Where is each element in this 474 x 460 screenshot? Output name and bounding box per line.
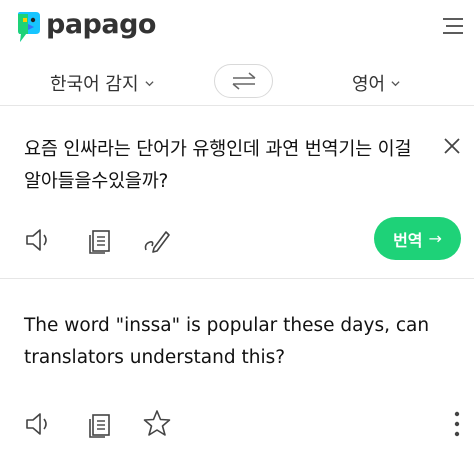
source-text-input[interactable]: 요즘 인싸라는 단어가 유행인데 과연 번역기는 이걸 알아들을수있을까? [24, 134, 424, 198]
swap-arrows-icon [232, 72, 255, 90]
chevron-down-icon [391, 80, 400, 86]
speaker-icon[interactable] [24, 410, 54, 438]
arrow-right-icon: → [428, 229, 442, 248]
panel-divider [0, 278, 474, 279]
more-vertical-icon[interactable] [452, 410, 462, 438]
source-language-dropdown[interactable]: 한국어 감지 [50, 70, 154, 96]
translation-output: The word "inssa" is popular these days, … [24, 315, 430, 368]
translate-button[interactable]: 번역 → [374, 217, 461, 260]
copy-icon[interactable] [86, 410, 116, 438]
copy-icon[interactable] [86, 226, 116, 254]
hamburger-menu-icon[interactable] [440, 14, 466, 38]
close-icon[interactable] [442, 136, 462, 156]
source-language-label: 한국어 감지 [50, 74, 139, 95]
translate-button-label: 번역 [393, 230, 423, 250]
target-language-label: 영어 [352, 74, 386, 95]
speaker-icon[interactable] [24, 226, 54, 254]
app-logo-text: papago [46, 9, 156, 40]
target-language-dropdown[interactable]: 영어 [352, 70, 400, 96]
handwriting-icon[interactable] [142, 226, 172, 254]
chevron-down-icon [144, 80, 154, 86]
app-header: papago [0, 0, 474, 56]
papago-logo-icon [18, 12, 40, 42]
language-selector-bar: 한국어 감지 영어 [0, 56, 474, 106]
star-icon[interactable] [142, 409, 172, 437]
swap-languages-button[interactable] [214, 64, 273, 98]
